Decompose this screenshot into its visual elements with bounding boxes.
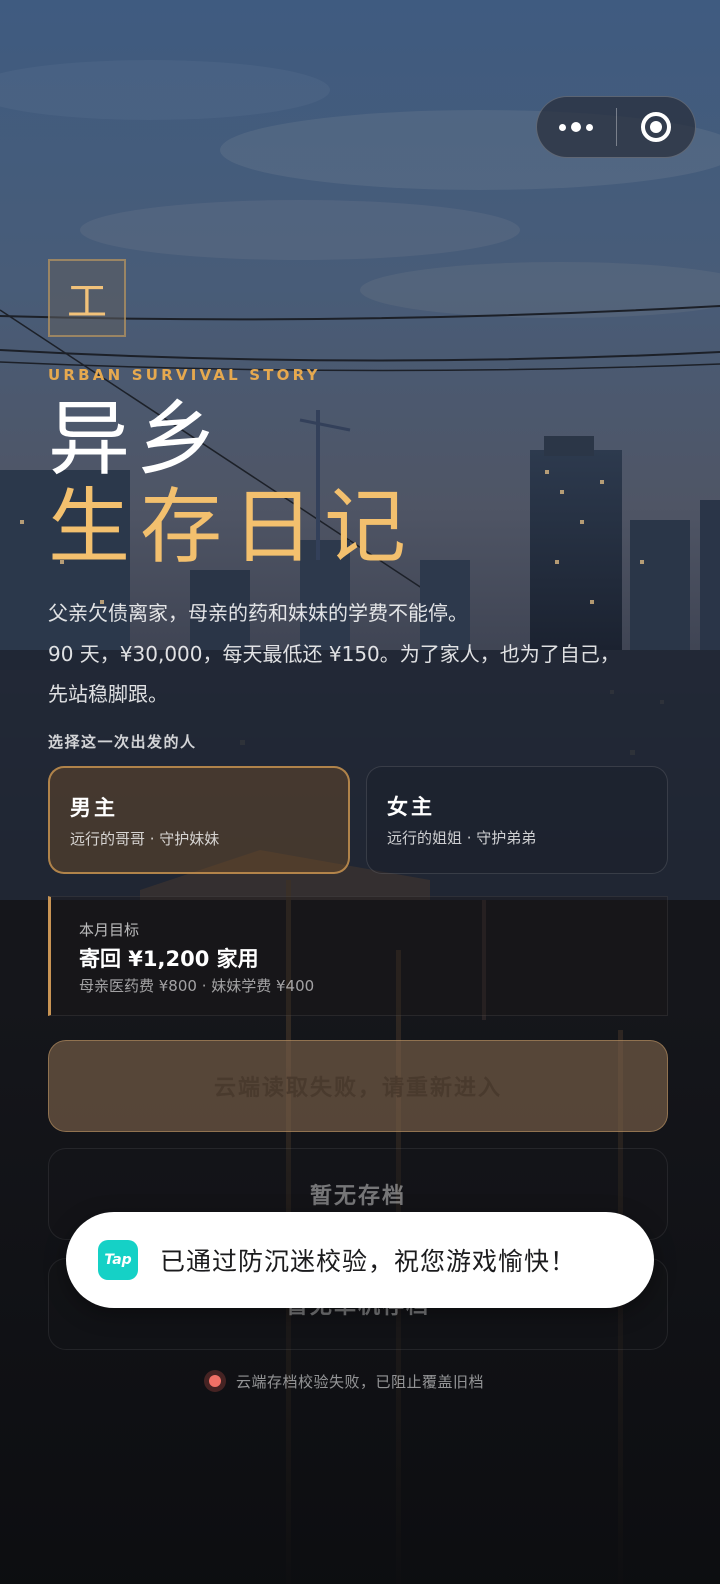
story-line3: 先站稳脚跟。 — [48, 682, 168, 706]
taptap-icon: Tap — [98, 1240, 138, 1280]
story-line2: 90 天，¥30,000，每天最低还 ¥150。为了家人，也为了自己， — [48, 642, 620, 666]
toast-message: 已通过防沉迷校验，祝您游戏愉快！ — [160, 1247, 577, 1276]
goal-detail: 母亲医药费 ¥800 · 妹妹学费 ¥400 — [79, 977, 315, 995]
character-name: 女主 — [387, 795, 435, 819]
goal-label: 本月目标 — [79, 921, 140, 939]
goal-value: 寄回 ¥1,200 家用 — [79, 947, 259, 971]
cloud-status-text: 云端存档校验失败，已阻止覆盖旧档 — [236, 1372, 485, 1391]
title-line2: 生存日记 — [48, 480, 417, 575]
mini-program-capsule — [536, 96, 696, 158]
error-dot-icon — [204, 1370, 226, 1392]
monthly-goal-card: 本月目标 寄回 ¥1,200 家用 母亲医药费 ¥800 · 妹妹学费 ¥400 — [48, 896, 668, 1016]
story-line1: 父亲欠债离家，母亲的药和妹妹的学费不能停。 — [48, 601, 468, 625]
title-line1: 异乡 — [48, 392, 225, 487]
cloud-status: 云端存档校验失败，已阻止覆盖旧档 — [204, 1370, 484, 1392]
logo-char: 工 — [67, 279, 107, 325]
choose-character-label: 选择这一次出发的人 — [48, 733, 197, 751]
eyebrow-text: URBAN SURVIVAL STORY — [48, 366, 321, 384]
character-card-female[interactable]: 女主 远行的姐姐 · 守护弟弟 — [366, 766, 668, 874]
character-desc: 远行的姐姐 · 守护弟弟 — [387, 829, 537, 847]
more-button[interactable] — [537, 97, 616, 157]
close-button[interactable] — [617, 97, 696, 157]
character-name: 男主 — [70, 796, 118, 820]
game-logo: 工 — [48, 259, 126, 337]
more-dots-icon — [559, 122, 594, 132]
character-card-male[interactable]: 男主 远行的哥哥 · 守护妹妹 — [48, 766, 350, 874]
character-desc: 远行的哥哥 · 守护妹妹 — [70, 830, 220, 848]
target-circle-icon — [640, 112, 671, 142]
anti-addiction-toast: Tap 已通过防沉迷校验，祝您游戏愉快！ — [66, 1212, 654, 1308]
cloud-retry-button[interactable]: 云端读取失败，请重新进入 — [48, 1040, 668, 1132]
